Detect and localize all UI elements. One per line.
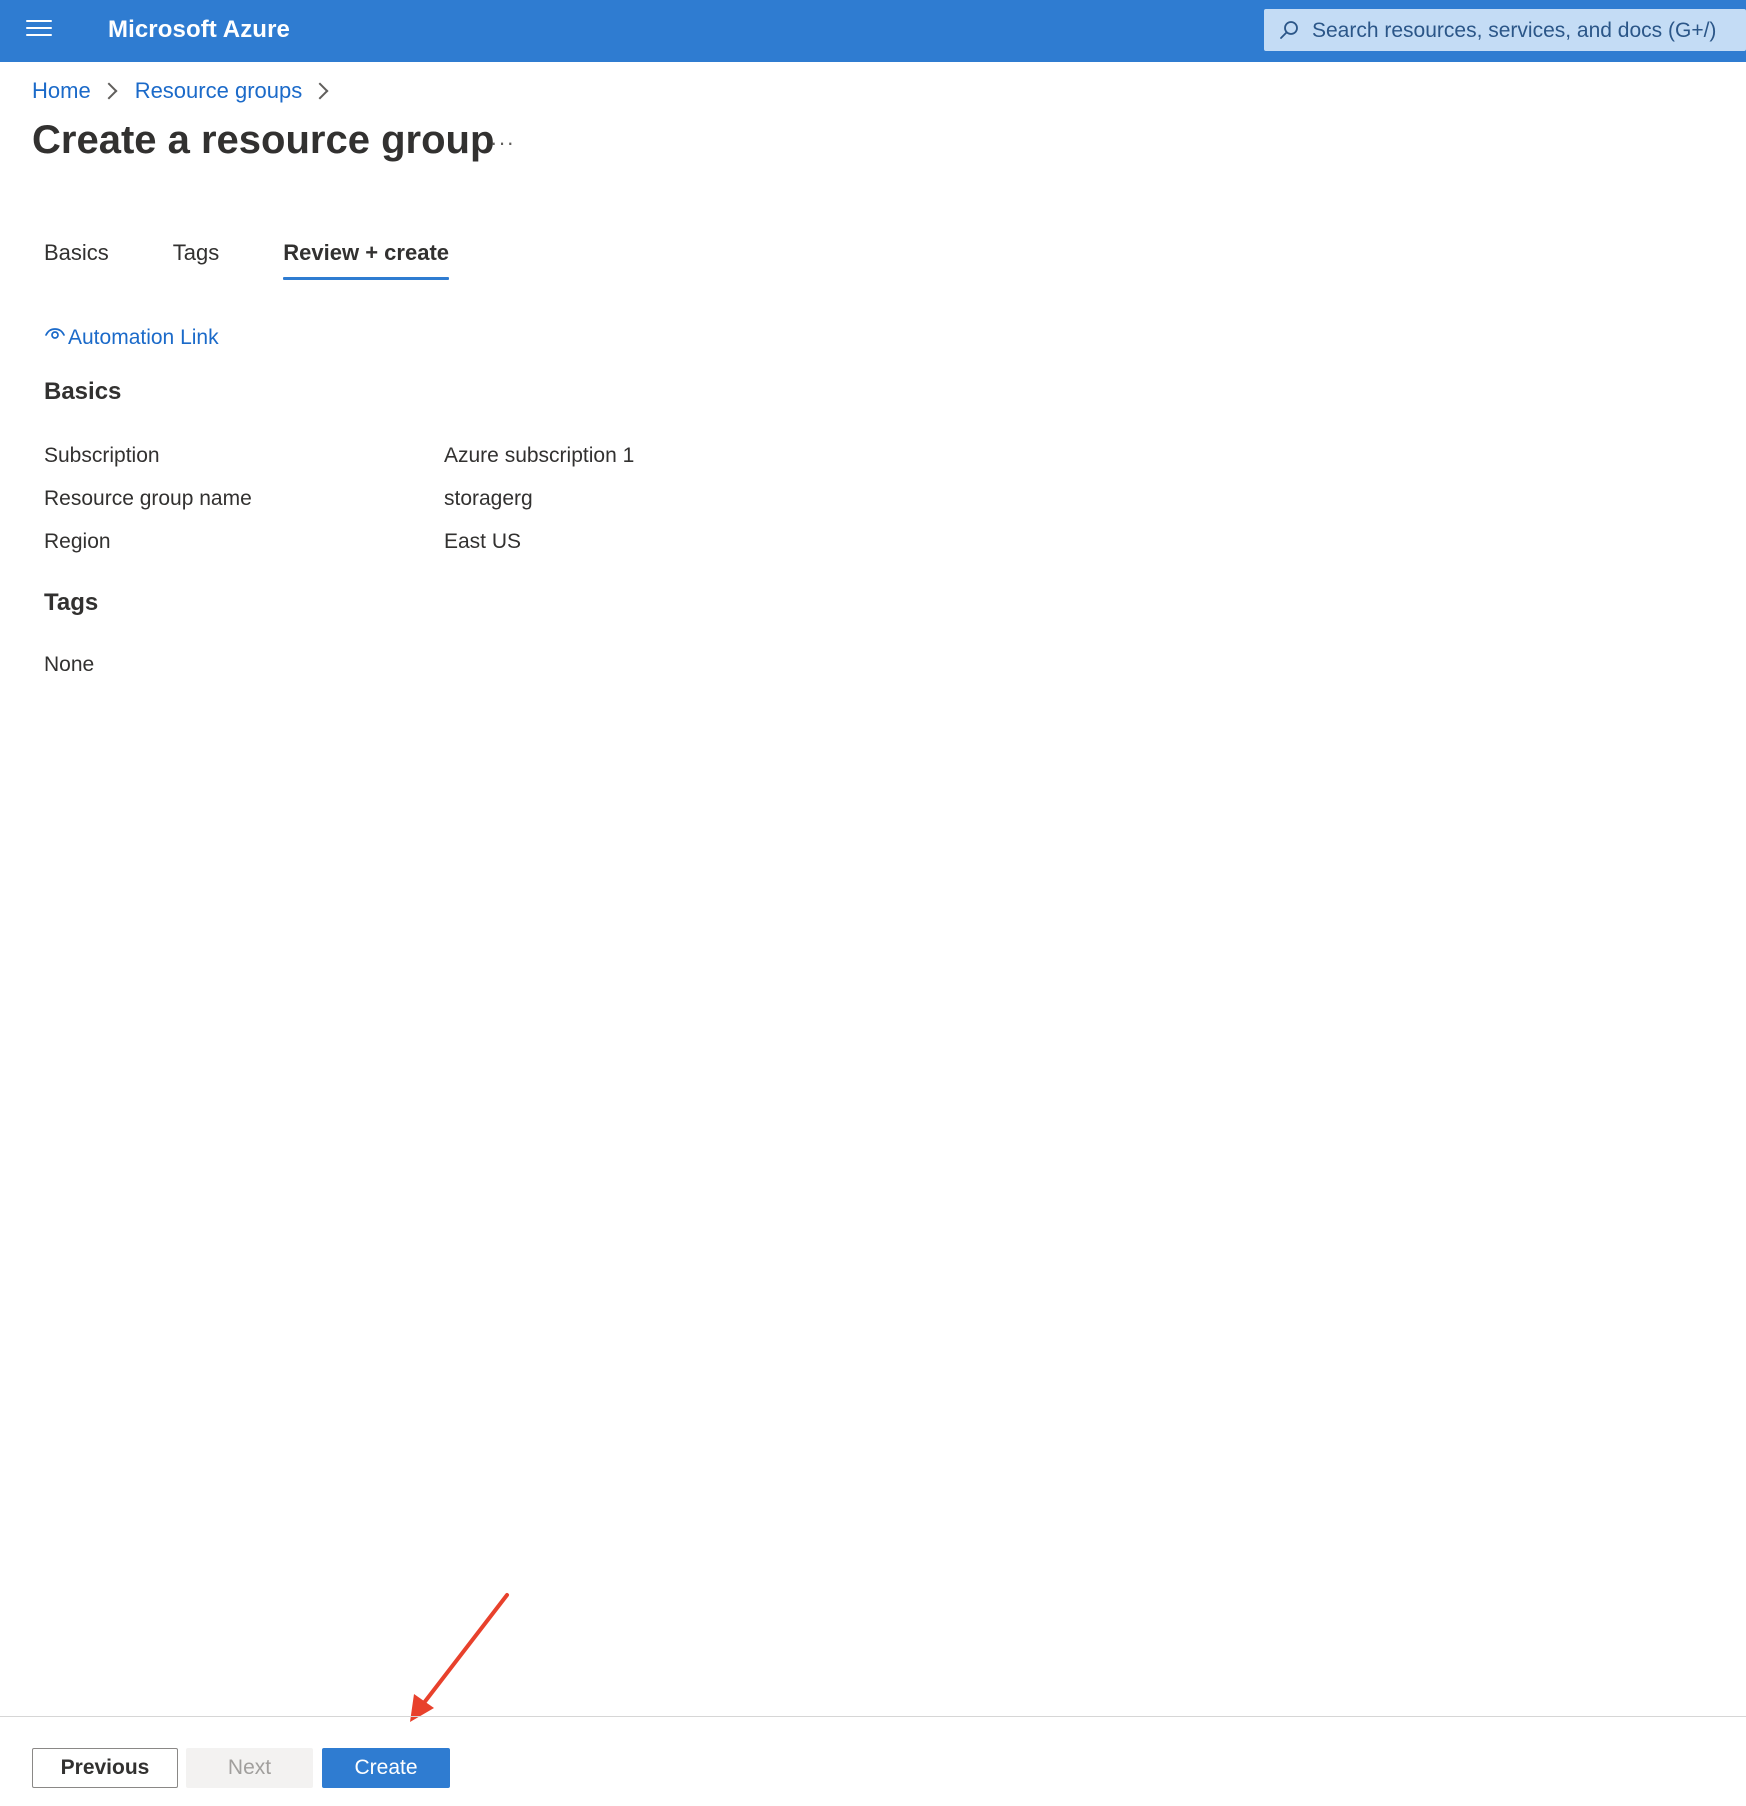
next-button[interactable]: Next xyxy=(186,1748,313,1788)
top-bar: Microsoft Azure Search resources, servic… xyxy=(0,0,1746,62)
tab-basics[interactable]: Basics xyxy=(44,240,109,280)
previous-button[interactable]: Previous xyxy=(32,1748,178,1788)
region-value: East US xyxy=(444,530,522,553)
menu-icon[interactable] xyxy=(26,20,52,40)
search-icon xyxy=(1280,21,1298,39)
azure-portal-window: Microsoft Azure Search resources, servic… xyxy=(0,0,1746,1806)
tab-review-create[interactable]: Review + create xyxy=(283,240,449,280)
create-button[interactable]: Create xyxy=(322,1748,450,1788)
tab-tags[interactable]: Tags xyxy=(173,240,219,280)
breadcrumb: Home Resource groups xyxy=(32,78,346,104)
breadcrumb-resource-groups[interactable]: Resource groups xyxy=(135,78,303,104)
breadcrumb-home[interactable]: Home xyxy=(32,78,91,104)
brand-title[interactable]: Microsoft Azure xyxy=(108,16,290,44)
tags-value: None xyxy=(44,653,95,676)
tab-bar: Basics Tags Review + create xyxy=(44,240,449,280)
search-box[interactable]: Search resources, services, and docs (G+… xyxy=(1264,9,1746,51)
automation-link-label[interactable]: Automation Link xyxy=(68,326,219,350)
chevron-right-icon xyxy=(311,82,329,100)
basics-heading: Basics xyxy=(44,378,122,405)
resource-group-name-value: storagerg xyxy=(444,487,533,510)
region-label: Region xyxy=(44,530,111,553)
tags-heading: Tags xyxy=(44,589,99,616)
more-options-button[interactable]: ··· xyxy=(490,130,515,156)
eye-icon xyxy=(45,328,65,339)
automation-link[interactable]: Automation Link xyxy=(44,326,219,350)
footer-divider xyxy=(0,1716,1746,1717)
search-input[interactable]: Search resources, services, and docs (G+… xyxy=(1312,19,1716,43)
resource-group-name-label: Resource group name xyxy=(44,487,252,510)
annotation-arrow xyxy=(410,1593,509,1722)
subscription-value: Azure subscription 1 xyxy=(444,444,635,467)
page-title: Create a resource group xyxy=(32,118,495,162)
subscription-label: Subscription xyxy=(44,444,160,467)
chevron-right-icon xyxy=(100,82,118,100)
